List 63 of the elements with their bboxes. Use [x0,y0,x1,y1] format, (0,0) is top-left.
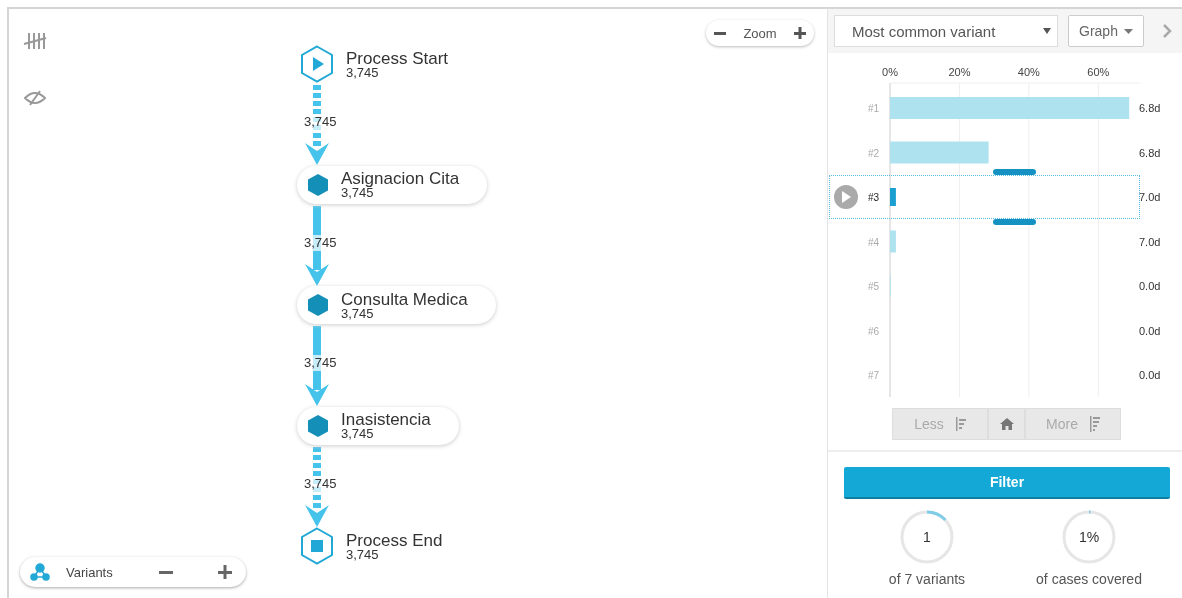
sort-icon [955,417,966,431]
activity-name: Consulta Medica [341,290,468,308]
axis-tick-label: 0% [882,66,898,78]
axis-tick-label: 60% [1087,66,1110,78]
activity-node[interactable]: Asignacion Cita 3,745 [297,165,488,204]
variant-rank: #1 [867,103,879,114]
activity-name: Asignacion Cita [341,170,460,187]
event-name: Process End [346,531,443,549]
edge-count: 3,745 [304,234,337,251]
caret-icon [1123,28,1133,34]
duration-label: 6.8d [1139,102,1161,114]
play-icon[interactable] [834,185,858,209]
event-name: Process Start [346,49,449,67]
progress-ring [900,510,954,564]
plus-icon[interactable] [794,27,806,39]
event-count: 3,745 [346,66,380,79]
zoom-label: Zoom [743,25,777,41]
variant-dropdown[interactable]: Most common variant [834,15,1058,47]
row-resize-handles[interactable] [993,169,1036,225]
stat-caption: of cases covered [1036,571,1142,587]
variant-rank: #4 [867,236,879,248]
graph-button[interactable]: Graph [1068,15,1144,47]
duration-label: 0.0d [1139,324,1161,337]
variant-rank: #3 [867,192,879,203]
end-icon[interactable] [300,527,334,565]
network-icon [30,563,50,581]
hexagon-icon [307,172,329,197]
eye-slash-icon [24,90,46,106]
home-button[interactable] [988,408,1025,440]
variants-label: Variants [66,564,113,580]
activity-count: 3,745 [341,187,374,199]
progress-ring [1062,510,1116,564]
stat-caption: of 7 variants [888,571,966,587]
home-icon [999,418,1014,430]
axis-tick-label: 20% [948,66,971,78]
stat-value: 1 [923,529,931,545]
activity-count: 3,745 [341,307,375,320]
plus-icon[interactable] [218,565,232,579]
activity-node[interactable]: Inasistencia 3,745 [297,406,459,445]
sort-icon [1089,416,1100,432]
duration-label: 7.0d [1139,235,1161,248]
duration-label: 6.8d [1139,146,1161,159]
chevron-right-icon[interactable] [1162,23,1172,39]
activity-count: 3,745 [341,428,375,440]
hexagon-icon [307,293,329,317]
variant-rank: #5 [867,281,879,292]
event-count: 3,745 [346,548,380,561]
start-icon[interactable] [300,45,334,83]
tally-icon [23,31,47,51]
variant-rank: #6 [867,325,879,337]
activity-node[interactable]: Consulta Medica 3,745 [297,286,496,324]
activity-name: Inasistencia [341,411,431,428]
duration-label: 0.0d [1139,369,1161,381]
duration-label: 0.0d [1139,280,1161,292]
caret-icon [1043,28,1051,34]
edge-count: 3,745 [304,355,337,371]
variant-rank: #2 [867,147,879,159]
edge-count: 3,745 [304,114,337,130]
duration-label: 7.0d [1139,191,1161,203]
variant-rank: #7 [867,370,879,381]
stat-value: 1% [1078,529,1100,545]
hexagon-icon [307,413,329,438]
axis-tick-label: 40% [1017,66,1040,78]
